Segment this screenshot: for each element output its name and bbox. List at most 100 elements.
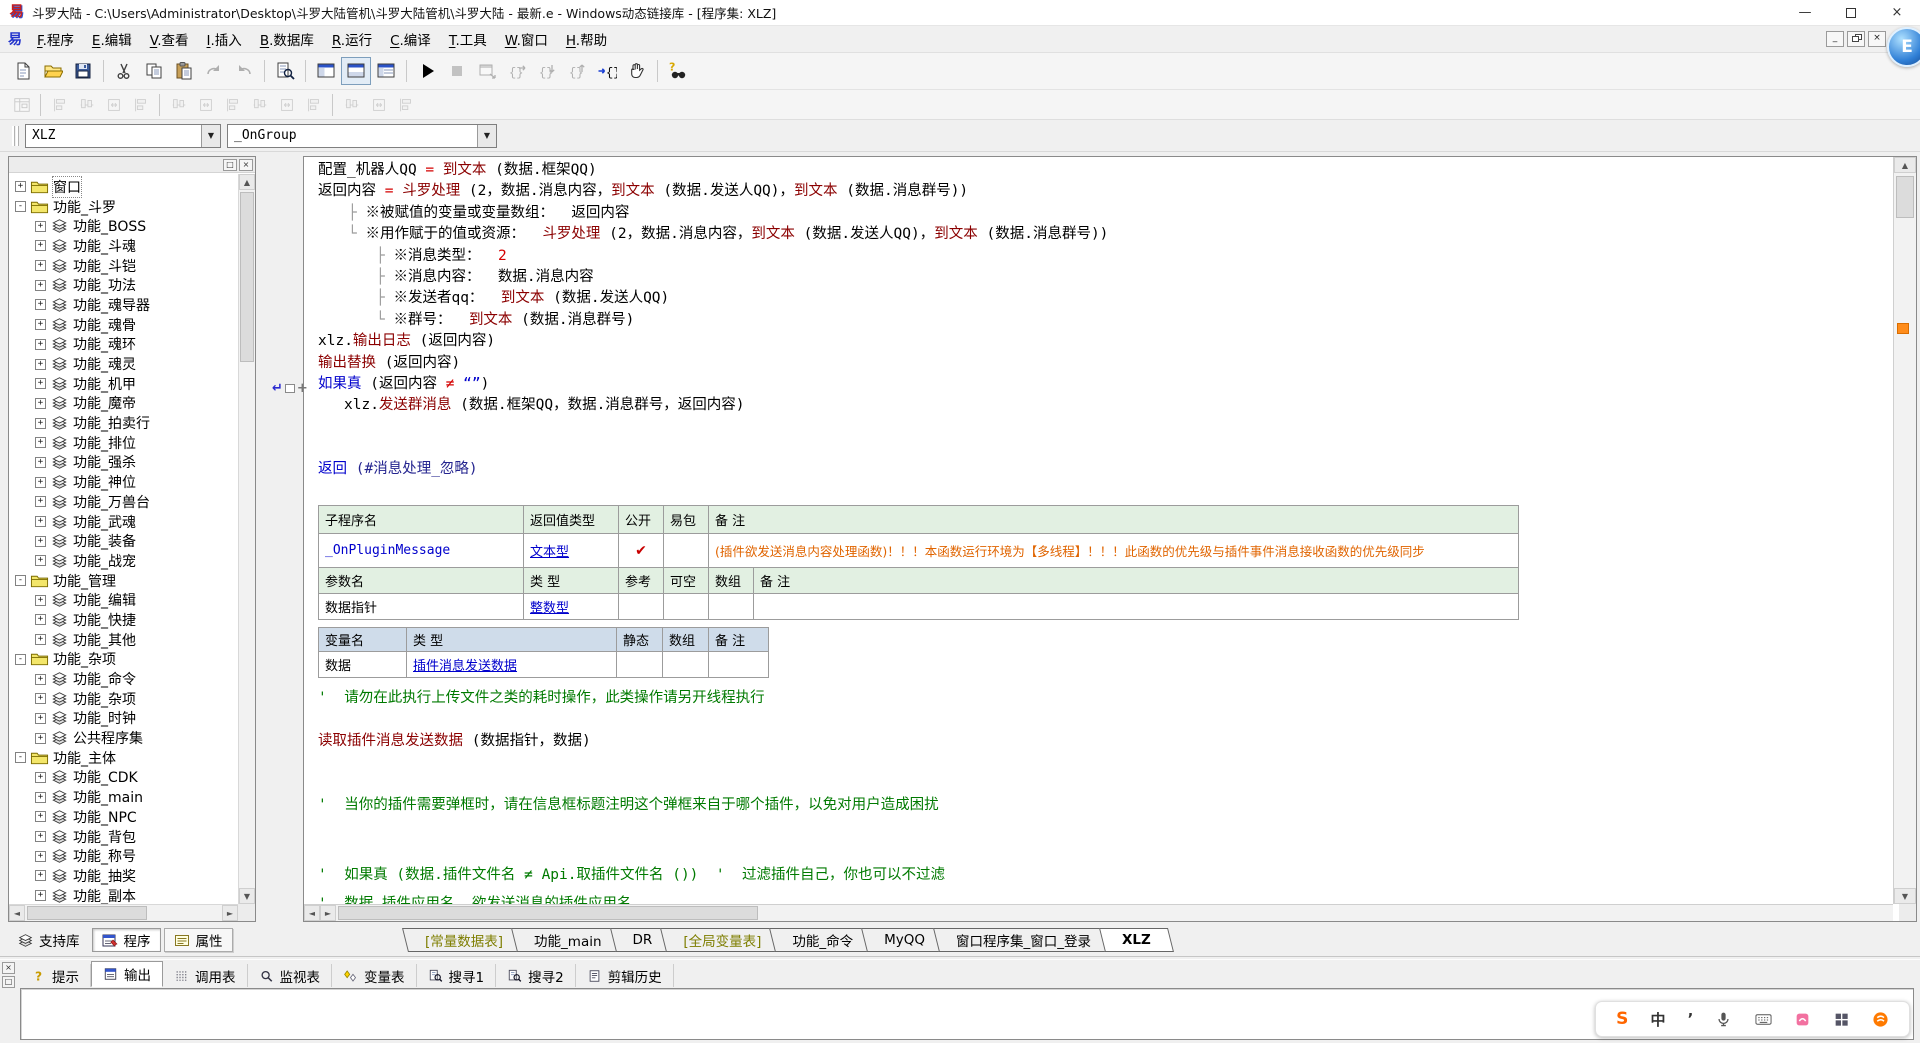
expand-icon[interactable]: + — [35, 339, 46, 350]
editor-hscroll-thumb[interactable] — [338, 906, 758, 920]
paste-button[interactable] — [169, 57, 199, 85]
tree-vertical-scrollbar[interactable]: ▲ ▼ — [238, 174, 255, 904]
tree-item[interactable]: +功能_强杀 — [9, 453, 238, 473]
undock-panel-button[interactable]: □ — [2, 976, 15, 988]
code-line[interactable]: 读取插件消息发送数据 (数据指针，数据) — [318, 731, 1893, 752]
copy-button[interactable] — [139, 57, 169, 85]
expand-icon[interactable]: + — [35, 851, 46, 862]
tree-item[interactable]: +功能_CDK — [9, 768, 238, 788]
expand-icon[interactable]: + — [35, 378, 46, 389]
code-line[interactable]: 如果真 (返回内容 ≠ “”) — [318, 374, 1893, 395]
menu-item-运行[interactable]: R.运行 — [323, 29, 381, 49]
new-file-button[interactable] — [8, 57, 38, 85]
mdi-restore-button[interactable] — [1847, 31, 1865, 47]
code-line[interactable]: ├ ※被赋值的变量或变量数组： 返回内容 — [318, 203, 1893, 224]
expand-icon[interactable]: + — [35, 221, 46, 232]
scroll-up-icon[interactable]: ▲ — [239, 174, 255, 190]
expand-icon[interactable]: + — [35, 437, 46, 448]
menu-item-插入[interactable]: I.插入 — [198, 29, 251, 49]
tree-item[interactable]: +功能_NPC — [9, 807, 238, 827]
tree-item[interactable]: +功能_万兽台 — [9, 492, 238, 512]
tree-item[interactable]: +功能_战宠 — [9, 551, 238, 571]
tree-item[interactable]: +功能_编辑 — [9, 590, 238, 610]
menu-item-编译[interactable]: C.编译 — [381, 29, 440, 49]
assembly-tab-常量数据表[interactable]: [常量数据表] — [405, 928, 523, 952]
output-tab-输出[interactable]: 输出 — [91, 961, 163, 987]
scroll-right-icon[interactable]: ► — [320, 905, 336, 921]
expand-icon[interactable]: + — [35, 280, 46, 291]
scroll-down-icon[interactable]: ▼ — [1894, 888, 1916, 904]
code-line[interactable]: └ ※用作赋于的值或资源： 斗罗处理 (2，数据.消息内容，到文本 (数据.发送… — [318, 224, 1893, 245]
assembly-tab-XLZ[interactable]: XLZ — [1102, 928, 1171, 952]
close-tree-button[interactable]: × — [239, 159, 253, 171]
code-line[interactable]: ├ ※发送者qq： 到文本 (数据.发送人QQ) — [318, 288, 1893, 309]
punctuation-icon[interactable]: ’ — [1688, 1010, 1694, 1028]
minimize-button[interactable]: — — [1782, 0, 1828, 25]
chevron-down-icon[interactable]: ▼ — [201, 125, 220, 147]
tree-item[interactable]: -功能_主体 — [9, 748, 238, 768]
skin-icon[interactable] — [1794, 1011, 1811, 1028]
tree-item[interactable]: +功能_称号 — [9, 846, 238, 866]
tree-item[interactable]: +公共程序集 — [9, 728, 238, 748]
expand-icon[interactable]: + — [35, 772, 46, 783]
tree-item[interactable]: +功能_BOSS — [9, 216, 238, 236]
cut-button[interactable] — [109, 57, 139, 85]
code-blank-line[interactable] — [318, 710, 1893, 731]
menu-item-数据库[interactable]: B.数据库 — [251, 29, 323, 49]
expand-icon[interactable]: + — [35, 595, 46, 606]
undock-tree-button[interactable]: □ — [223, 159, 237, 171]
expand-icon[interactable]: + — [35, 299, 46, 310]
tree-item[interactable]: +功能_魂灵 — [9, 354, 238, 374]
code-blank-line[interactable] — [318, 774, 1893, 795]
tree-item[interactable]: +功能_斗魂 — [9, 236, 238, 256]
tree-item[interactable]: +功能_杂项 — [9, 689, 238, 709]
assembly-combo[interactable]: XLZ ▼ — [25, 124, 221, 148]
expand-icon[interactable]: + — [35, 713, 46, 724]
code-line[interactable]: 配置_机器人QQ = 到文本 (数据.框架QQ) — [318, 160, 1893, 181]
expand-icon[interactable]: + — [35, 398, 46, 409]
tree-item[interactable]: -功能_管理 — [9, 571, 238, 591]
close-button[interactable]: × — [1874, 0, 1920, 25]
expand-icon[interactable]: + — [35, 516, 46, 527]
tree-item[interactable]: +功能_机甲 — [9, 374, 238, 394]
tree-horizontal-scrollbar[interactable]: ◄ ► — [9, 904, 238, 921]
insert-line-marker[interactable]: ↵ + — [272, 381, 308, 396]
code-blank-line[interactable] — [318, 481, 1893, 502]
code-line[interactable]: └ ※群号： 到文本 (数据.消息群号) — [318, 310, 1893, 331]
expand-icon[interactable]: + — [35, 693, 46, 704]
assembly-tab-全局变量表[interactable]: [全局变量表] — [663, 928, 781, 952]
tree-item[interactable]: +功能_魂导器 — [9, 295, 238, 315]
collapse-icon[interactable]: - — [15, 654, 26, 665]
code-line[interactable]: 返回内容 = 斗罗处理 (2，数据.消息内容，到文本 (数据.发送人QQ)，到文… — [318, 181, 1893, 202]
code-line[interactable]: ├ ※消息内容： 数据.消息内容 — [318, 267, 1893, 288]
tree-hscroll-thumb[interactable] — [27, 906, 147, 920]
mdi-minimize-button[interactable]: _ — [1826, 31, 1844, 47]
tree-item[interactable]: +功能_魂骨 — [9, 315, 238, 335]
code-blank-line[interactable] — [318, 752, 1893, 773]
code-line[interactable]: 返回 (#消息处理_忽略) — [318, 459, 1893, 480]
code-line[interactable]: ' 请勿在此执行上传文件之类的耗时操作，此类操作请另开线程执行 — [318, 688, 1893, 709]
pause-hand-button[interactable] — [622, 57, 652, 85]
view-form-button[interactable] — [371, 57, 401, 85]
dock-button-程序[interactable]: 程序 — [92, 928, 161, 952]
keyboard-icon[interactable] — [1755, 1011, 1772, 1028]
run-to-cursor-button[interactable]: {} — [592, 57, 622, 85]
tree-item[interactable]: +功能_排位 — [9, 433, 238, 453]
tree-item[interactable]: +功能_装备 — [9, 531, 238, 551]
code-line[interactable]: ' 如果真 (数据.插件文件名 ≠ Api.取插件文件名 ()) ' 过滤插件自… — [318, 865, 1893, 886]
expand-icon[interactable]: + — [35, 240, 46, 251]
menu-item-帮助[interactable]: H.帮助 — [557, 29, 616, 49]
expand-icon[interactable]: + — [35, 831, 46, 842]
tree-item[interactable]: +功能_背包 — [9, 827, 238, 847]
toolbar-grip[interactable] — [12, 126, 19, 146]
tree-item[interactable]: +功能_拍卖行 — [9, 413, 238, 433]
tree-item[interactable]: +功能_功法 — [9, 275, 238, 295]
expand-icon[interactable]: + — [35, 634, 46, 645]
editor-vscroll-thumb[interactable] — [1896, 176, 1914, 218]
code-line[interactable]: ' 当你的插件需要弹框时，请在信息框标题注明这个弹框来自于哪个插件，以免对用户造… — [318, 795, 1893, 816]
view-output-button[interactable] — [341, 57, 371, 85]
collapse-icon[interactable]: - — [15, 201, 26, 212]
expand-icon[interactable]: + — [35, 536, 46, 547]
assembly-tab-功能_命令[interactable]: 功能_命令 — [772, 928, 873, 952]
find-button[interactable] — [270, 57, 300, 85]
